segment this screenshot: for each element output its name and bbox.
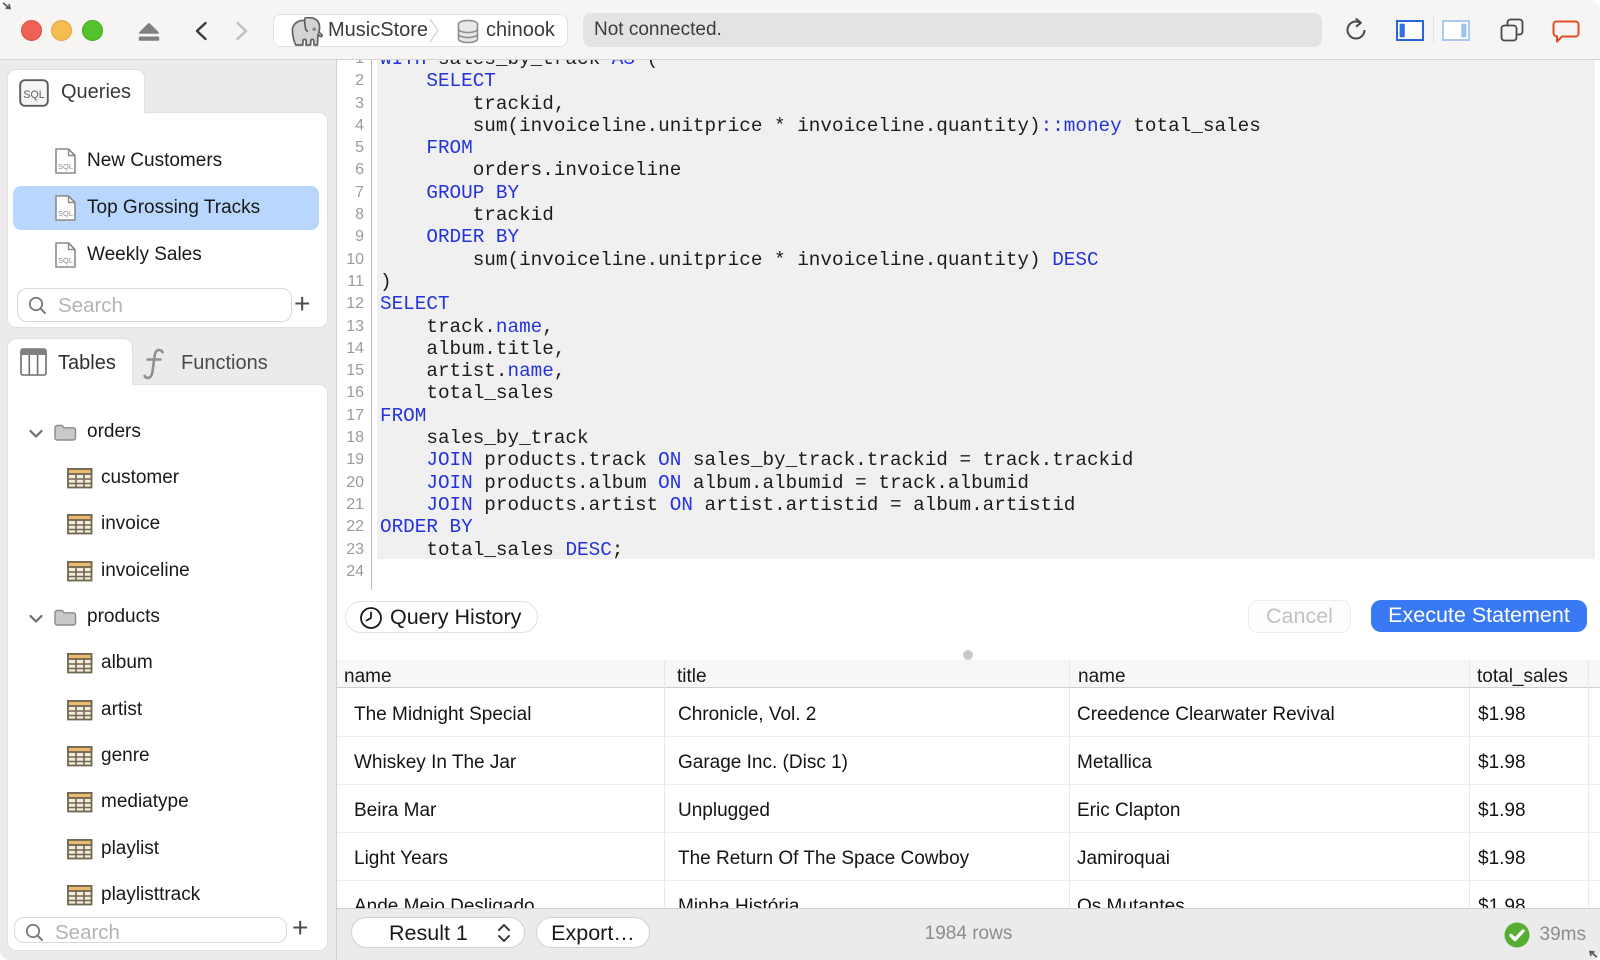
svg-text:SQL: SQL bbox=[23, 89, 44, 101]
